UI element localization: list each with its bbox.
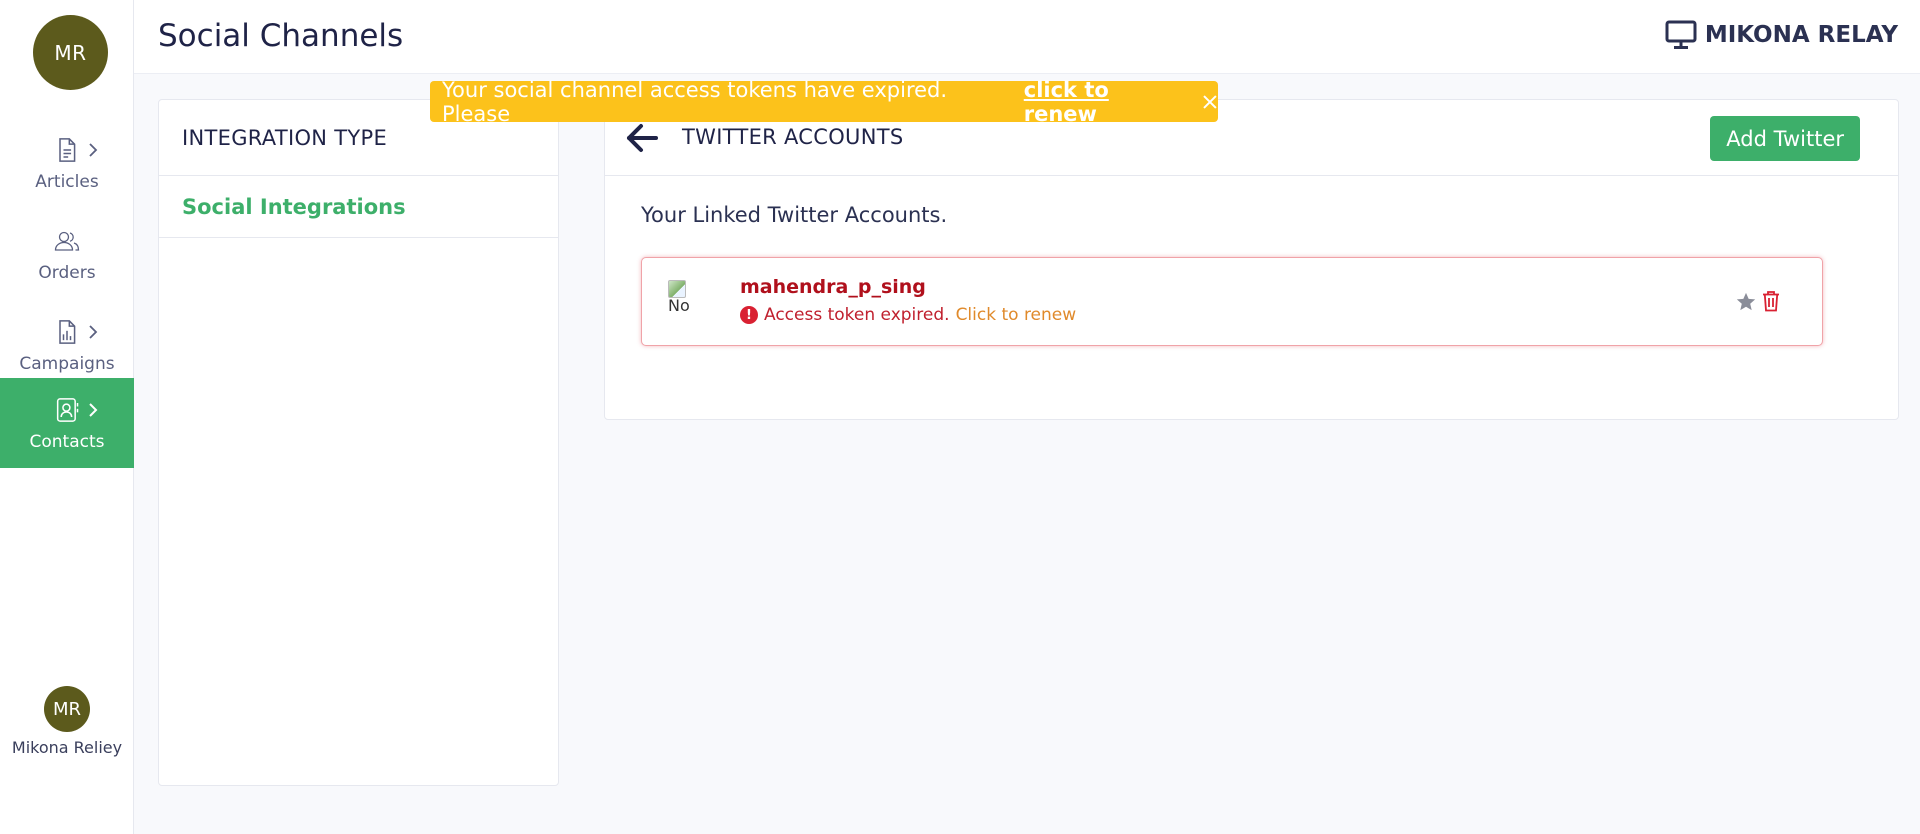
sidebar-item-articles[interactable]: Articles (0, 118, 134, 208)
sidebar-item-orders[interactable]: Orders (0, 209, 134, 299)
brand-initials: MR (54, 40, 87, 65)
twitter-accounts-panel: TWITTER ACCOUNTS Add Twitter Your Linked… (604, 99, 1899, 420)
account-card: No mahendra_p_sing ! Access token expire… (641, 257, 1823, 346)
account-status: ! Access token expired. Click to renew (740, 305, 1076, 325)
sidebar-item-label: Contacts (29, 432, 105, 452)
brand-avatar[interactable]: MR (33, 15, 108, 90)
social-integrations-link[interactable]: Social Integrations (159, 176, 558, 238)
alert-renew-link[interactable]: click to renew (1024, 78, 1188, 126)
back-arrow-icon[interactable] (625, 122, 659, 154)
integration-type-panel: INTEGRATION TYPE Social Integrations (158, 99, 559, 786)
avatar: MR (44, 686, 90, 732)
contact-card-icon (56, 398, 79, 422)
renew-link[interactable]: Click to renew (956, 305, 1077, 325)
user-name: Mikona Reliey (11, 738, 123, 757)
star-icon[interactable] (1735, 291, 1757, 313)
token-expired-alert: Your social channel access tokens have e… (430, 78, 1218, 126)
chevron-right-icon (89, 143, 98, 157)
alert-message: Your social channel access tokens have e… (442, 77, 948, 126)
report-chart-icon (59, 320, 76, 344)
sidebar: MR Articles Orders Campaigns Contacts MR… (0, 0, 134, 834)
sidebar-item-label: Campaigns (19, 354, 115, 374)
add-twitter-button[interactable]: Add Twitter (1710, 116, 1860, 161)
sidebar-item-label: Articles (35, 172, 99, 192)
sidebar-item-campaigns[interactable]: Campaigns (0, 300, 134, 390)
app-brand: MIKONA RELAY (1665, 20, 1898, 50)
user-initials: MR (52, 698, 82, 720)
sidebar-item-label: Orders (38, 263, 96, 283)
close-icon[interactable] (1202, 94, 1218, 110)
image-alt-text: No (668, 296, 690, 315)
panel-title: TWITTER ACCOUNTS (682, 125, 904, 149)
account-avatar: No (668, 280, 698, 324)
brand-name: MIKONA RELAY (1704, 22, 1898, 48)
user-profile[interactable]: MR Mikona Reliey (0, 686, 134, 757)
chevron-right-icon (89, 325, 98, 339)
document-icon (59, 138, 76, 162)
page-title: Social Channels (158, 18, 404, 54)
error-icon: ! (740, 306, 758, 324)
linked-accounts-label: Your Linked Twitter Accounts. (641, 203, 948, 227)
top-header: Social Channels MIKONA RELAY (134, 0, 1920, 74)
users-icon (54, 231, 80, 251)
sidebar-item-contacts[interactable]: Contacts (0, 378, 134, 468)
account-username: mahendra_p_sing (740, 276, 926, 298)
status-text: Access token expired. (764, 305, 950, 325)
trash-icon[interactable] (1762, 290, 1780, 312)
monitor-icon (1665, 20, 1697, 49)
chevron-right-icon (89, 403, 98, 417)
